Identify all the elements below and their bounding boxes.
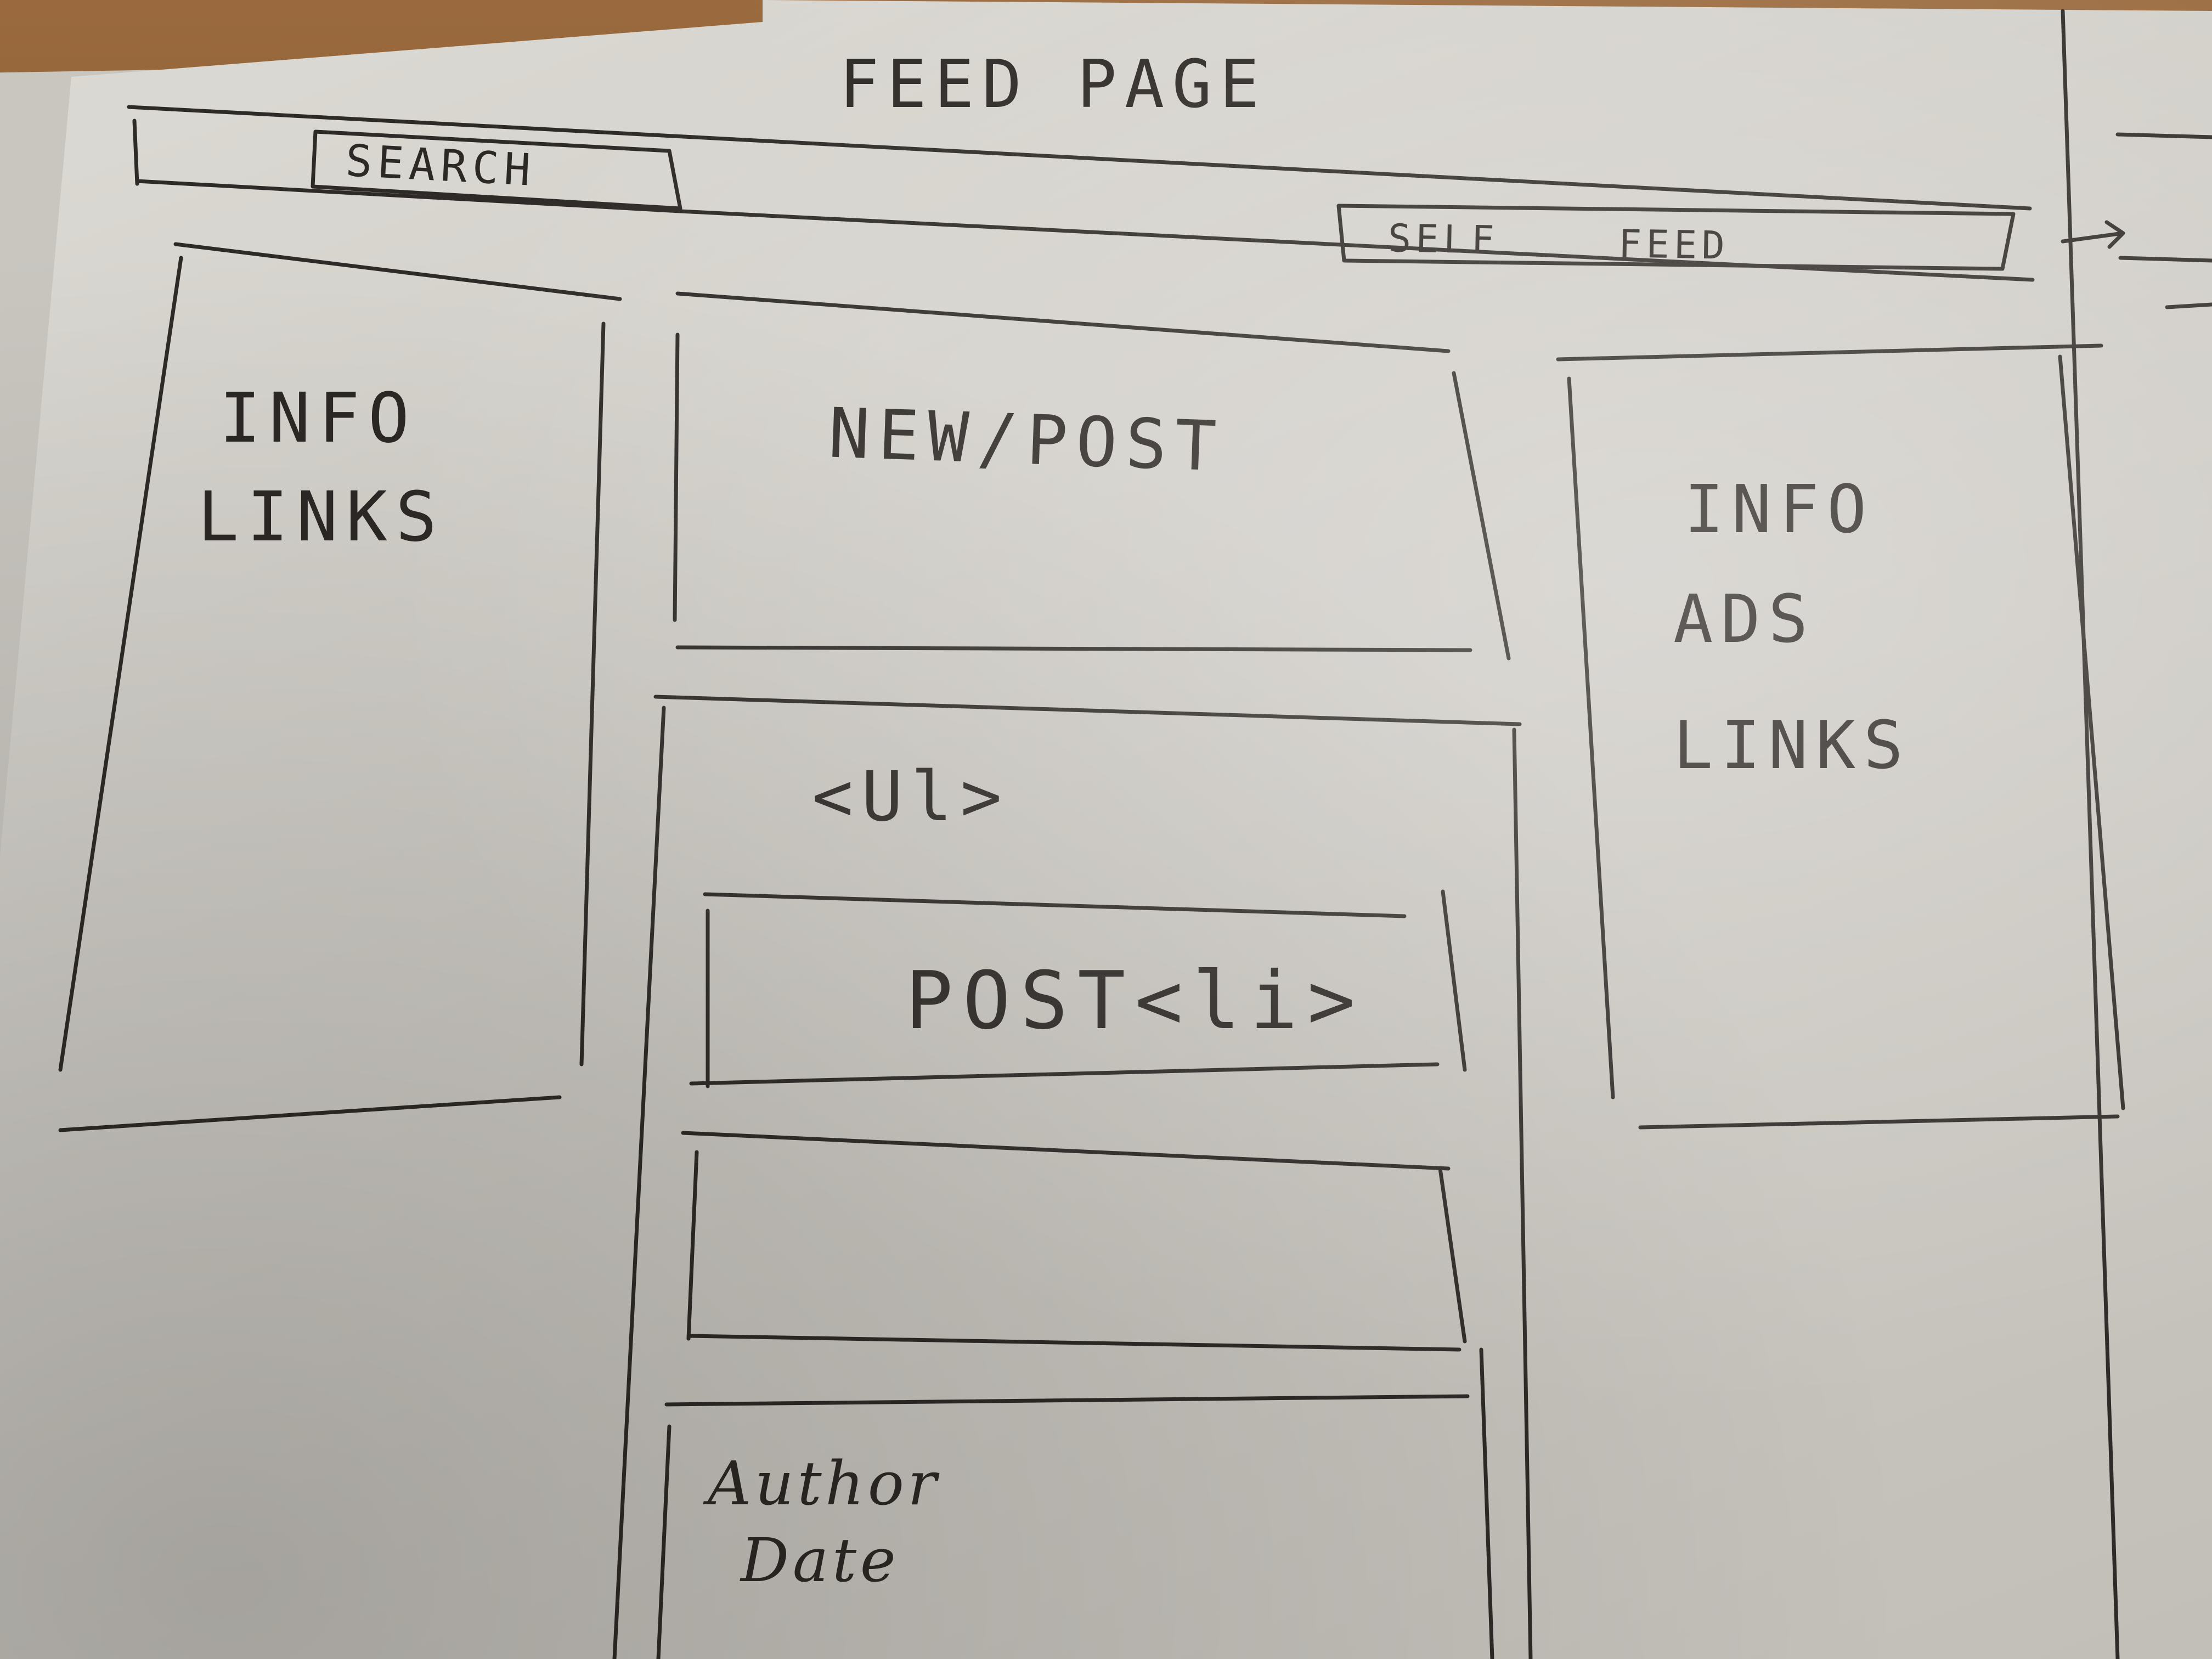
right-sidebar-ads: ADS [1673,582,1816,658]
nav-self-link[interactable]: SELF [1387,216,1499,263]
search-label[interactable]: SEARCH [345,135,537,196]
new-post-label[interactable]: NEW/POST [827,393,1226,487]
wireframe-sketch [58,9,2212,1659]
post-item-2-box-outline [681,1131,1467,1352]
next-page-outline [2061,9,2212,1659]
left-sidebar-outline [58,242,622,1132]
page-title: FEED PAGE [839,47,1267,123]
right-sidebar-info: INFO [1684,472,1875,548]
post-date-label: Date [741,1525,900,1595]
list-tag-label: <Ul> [812,757,1011,837]
left-sidebar-links: LINKS [198,477,445,557]
nav-feed-link[interactable]: FEED [1618,221,1730,268]
right-sidebar-links: LINKS [1673,708,1911,784]
left-sidebar-info: INFO [219,379,418,458]
post-item-label[interactable]: POST<li> [905,955,1365,1047]
post-author-label: Author [708,1448,940,1519]
